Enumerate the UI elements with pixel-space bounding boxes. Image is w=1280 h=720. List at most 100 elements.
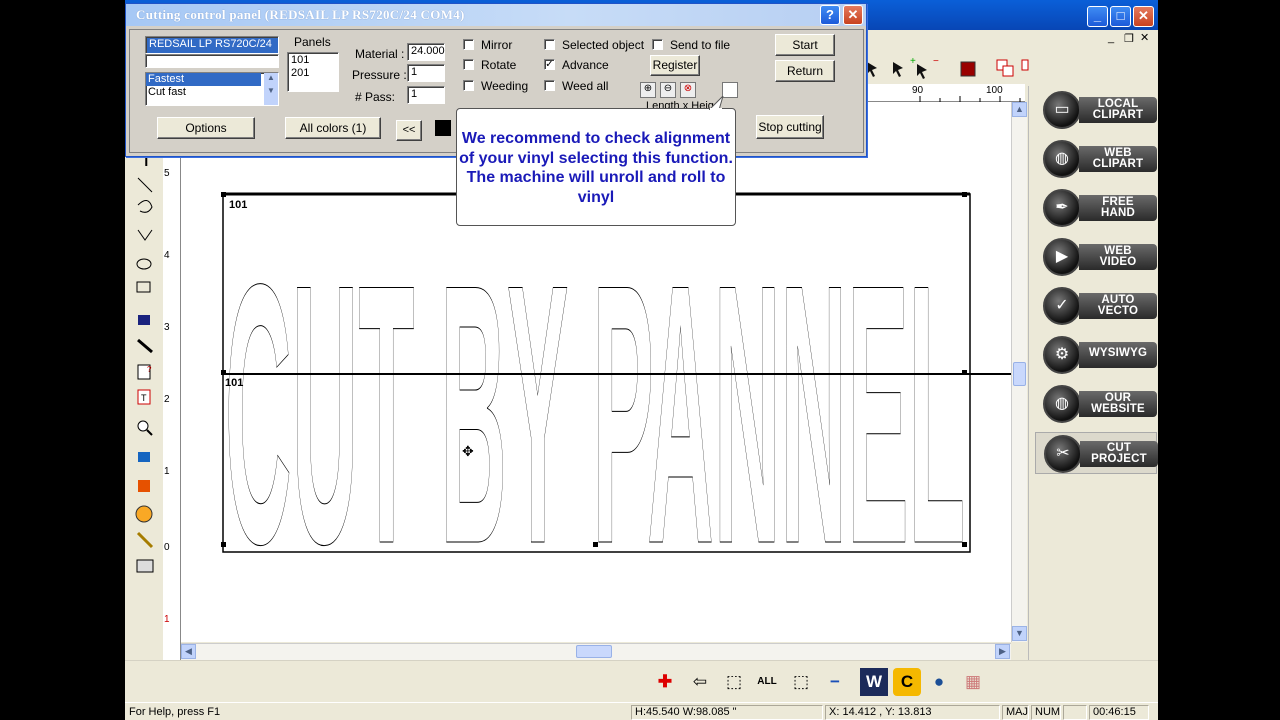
maximize-button[interactable]: □ <box>1110 6 1131 27</box>
scroll-down-icon[interactable]: ▼ <box>1012 626 1027 641</box>
help-button[interactable]: ? <box>820 5 840 25</box>
select-area-icon[interactable]: ⬚ <box>720 668 748 696</box>
machine-name-field[interactable]: REDSAIL LP RS720C/24 <box>145 36 279 54</box>
zoom-tool-icon[interactable] <box>137 420 153 436</box>
collapse-button[interactable]: << <box>396 120 422 141</box>
scroll-right-icon[interactable]: ▶ <box>995 644 1010 659</box>
globe-icon: ◍ <box>1043 140 1081 178</box>
paint-bucket-icon[interactable] <box>138 480 150 492</box>
mirror-checkbox[interactable] <box>463 39 474 50</box>
weeding-checkbox[interactable] <box>463 80 474 91</box>
minimize-button[interactable]: _ <box>1087 6 1108 27</box>
bottom-toolbar: ✚ ⇦ ⬚ ALL ⬚ − W C ● ▦ <box>125 660 1158 700</box>
web-clipart-button[interactable]: ◍ WEB CLIPART <box>1035 138 1157 180</box>
wysiwyg-button[interactable]: ⚙ WYSIWYG <box>1035 334 1157 376</box>
start-button[interactable]: Start <box>775 34 835 56</box>
zoom-fit-icon[interactable]: ⊗ <box>680 82 696 98</box>
pencil-tool-icon[interactable] <box>136 531 154 549</box>
w-logo-icon[interactable]: W <box>860 668 888 696</box>
our-website-button[interactable]: ◍ OUR WEBSITE <box>1035 383 1157 425</box>
alignment-tooltip: We recommend to check alignment of your … <box>456 96 736 226</box>
material-field[interactable]: 24.000 <box>407 43 445 61</box>
panel-item[interactable]: 201 <box>291 67 335 80</box>
cut-project-button[interactable]: ✂ CUT PROJECT <box>1035 432 1158 474</box>
text-edit-icon[interactable]: ? <box>137 364 152 380</box>
color-swatch[interactable] <box>435 120 451 136</box>
mdi-close-icon[interactable]: ✕ <box>1140 31 1149 44</box>
folder-icon: ▭ <box>1043 91 1081 129</box>
weed-all-label: Weed all <box>562 79 609 93</box>
curve-tool-icon[interactable] <box>137 200 153 213</box>
pressure-field[interactable]: 1 <box>407 64 445 82</box>
web-video-button[interactable]: ▶ WEB VIDEO <box>1035 236 1157 278</box>
panels-list[interactable]: 101 201 <box>287 52 339 92</box>
stop-cutting-button[interactable]: Stop cutting <box>756 115 824 139</box>
ruler-left-label: 3 <box>164 322 170 333</box>
palette-icon[interactable] <box>135 505 153 523</box>
gear-icon: ⚙ <box>1043 336 1081 374</box>
selected-object-checkbox[interactable] <box>544 39 555 50</box>
cutter-icon: ✂ <box>1044 435 1082 473</box>
all-colors-button[interactable]: All colors (1) <box>285 117 381 139</box>
rectangle-tool-icon[interactable] <box>136 281 151 293</box>
machine-extra-field[interactable] <box>145 54 279 68</box>
panel-item[interactable]: 101 <box>291 54 335 67</box>
c-logo-icon[interactable]: C <box>893 668 921 696</box>
local-clipart-button[interactable]: ▭ LOCAL CLIPART <box>1035 89 1157 131</box>
vertical-scrollbar[interactable]: ▲ ▼ <box>1011 102 1027 642</box>
node-add-icon[interactable]: + <box>893 56 916 77</box>
line-tool-icon[interactable] <box>137 177 153 193</box>
return-button[interactable]: Return <box>775 60 835 82</box>
mdi-minimize-icon[interactable]: _ <box>1108 32 1114 44</box>
advance-checkbox[interactable]: ✓ <box>544 59 555 70</box>
ellipse-tool-icon[interactable] <box>136 258 152 270</box>
globe-icon[interactable]: ● <box>925 668 953 696</box>
printer-icon[interactable] <box>136 559 154 573</box>
group-icon[interactable] <box>996 59 1014 77</box>
close-button[interactable]: ✕ <box>1133 6 1154 27</box>
auto-vecto-button[interactable]: ✓ AUTO VECTO <box>1035 285 1157 327</box>
chevron-down-icon[interactable]: ▼ <box>264 86 278 95</box>
zoom-out-icon[interactable]: ⊖ <box>660 82 676 98</box>
vertical-scroll-thumb[interactable] <box>1013 362 1026 386</box>
palette-icon[interactable]: ▦ <box>959 668 987 696</box>
our-website-label: OUR WEBSITE <box>1079 391 1157 417</box>
advance-label: Advance <box>562 58 609 72</box>
zoom-out-icon[interactable]: − <box>821 668 849 696</box>
bezier-tool-icon[interactable] <box>137 229 153 241</box>
select-object-icon[interactable]: ⬚ <box>787 668 815 696</box>
send-to-file-checkbox[interactable] <box>652 39 663 50</box>
stamp-tool-icon[interactable] <box>138 315 150 325</box>
node-remove-icon[interactable]: − <box>917 56 939 79</box>
color-fill-icon[interactable] <box>138 452 150 462</box>
horizontal-scroll-thumb[interactable] <box>576 645 612 658</box>
mdi-restore-icon[interactable]: ❐ <box>1124 32 1134 45</box>
weed-all-checkbox[interactable] <box>544 80 555 91</box>
node-break-icon[interactable] <box>960 61 976 77</box>
dialog-close-button[interactable]: ✕ <box>843 5 863 25</box>
add-node-icon[interactable]: ✚ <box>651 668 679 696</box>
register-button[interactable]: Register <box>650 55 700 76</box>
horizontal-scrollbar[interactable]: ◀ ▶ <box>181 643 1011 660</box>
speed-list[interactable]: Fastest Cut fast ▲ ▼ <box>145 72 279 106</box>
scroll-up-icon[interactable]: ▲ <box>1012 102 1027 117</box>
auto-vecto-label: AUTO VECTO <box>1079 293 1157 319</box>
ungroup-icon[interactable] <box>1021 59 1029 71</box>
ruler-top-label: 100 <box>986 85 1003 96</box>
zoom-in-icon[interactable]: ⊕ <box>640 82 656 98</box>
passes-field[interactable]: 1 <box>407 86 445 104</box>
select-all-icon[interactable]: ALL <box>753 668 781 696</box>
speed-option-fastest[interactable]: Fastest <box>146 73 261 86</box>
undo-select-icon[interactable]: ⇦ <box>686 668 714 696</box>
free-hand-button[interactable]: ✒ FREE HAND <box>1035 187 1157 229</box>
options-button[interactable]: Options <box>157 117 255 139</box>
speed-option-cut-fast[interactable]: Cut fast <box>146 86 278 99</box>
ruler-left: 5 4 3 2 1 0 1 <box>163 102 181 662</box>
text-frame-icon[interactable]: T <box>137 389 151 405</box>
scroll-left-icon[interactable]: ◀ <box>181 644 196 659</box>
rotate-checkbox[interactable] <box>463 59 474 70</box>
move-cursor-icon: ✥ <box>462 443 474 459</box>
speed-list-scrollbar[interactable]: ▲ ▼ <box>264 73 278 105</box>
chevron-up-icon[interactable]: ▲ <box>264 73 278 82</box>
knife-tool-icon[interactable] <box>137 338 153 354</box>
